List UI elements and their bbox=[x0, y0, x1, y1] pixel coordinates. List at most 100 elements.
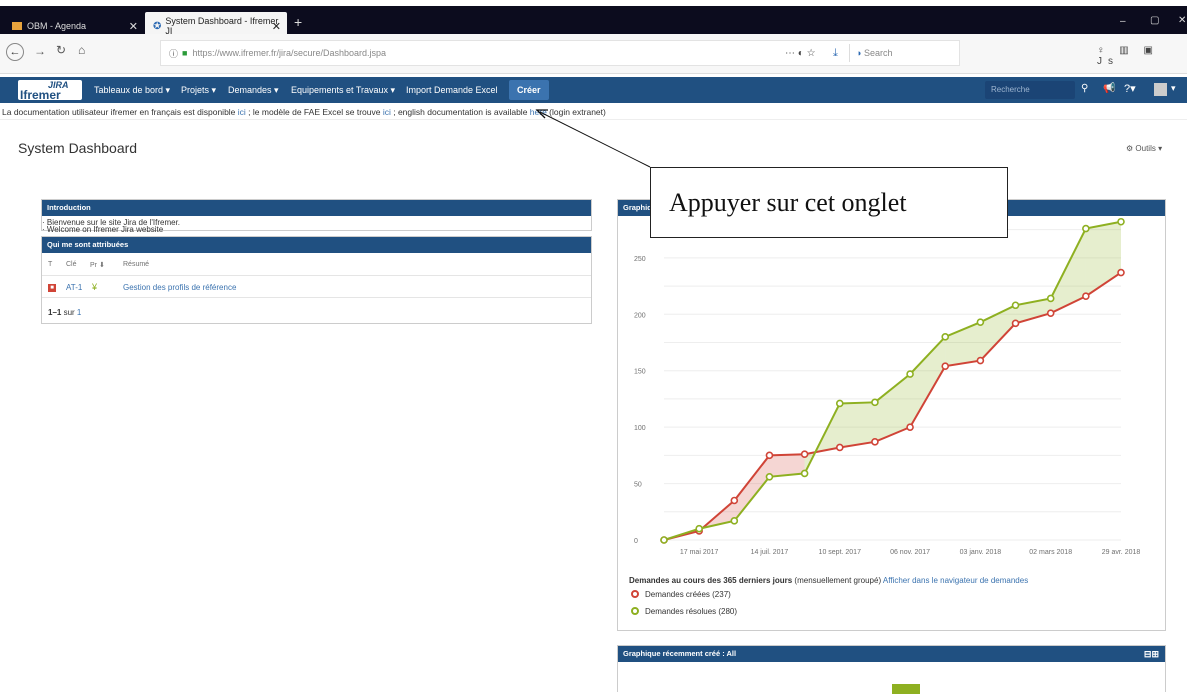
x-tick-label: 06 nov. 2017 bbox=[890, 549, 930, 556]
data-point bbox=[906, 370, 914, 378]
issue-summary-link[interactable]: Gestion des profils de référence bbox=[123, 283, 236, 292]
chart-bar bbox=[892, 684, 920, 694]
pagination: 1–1 sur 1 bbox=[48, 308, 81, 317]
x-tick-label: 03 janv. 2018 bbox=[960, 549, 1002, 556]
data-point bbox=[1011, 319, 1020, 328]
data-point bbox=[730, 517, 739, 525]
doc-en-link[interactable]: here bbox=[530, 107, 547, 117]
area-segment bbox=[734, 455, 770, 521]
reload-button[interactable]: ↻ bbox=[56, 43, 66, 57]
new-tab-button[interactable]: + bbox=[294, 14, 302, 30]
menu-demandes[interactable]: Demandes ▾ bbox=[228, 77, 279, 103]
menu-import-demande-excel[interactable]: Import Demande Excel bbox=[406, 77, 498, 103]
data-point bbox=[906, 423, 914, 431]
jira-header: JIRA Ifremer Tableaux de bord ▾ Projets … bbox=[0, 77, 1187, 103]
data-point bbox=[765, 472, 774, 481]
avatar[interactable] bbox=[1154, 83, 1167, 96]
download-icon[interactable]: ⤓ bbox=[833, 47, 838, 60]
close-window-button[interactable]: ✕ bbox=[1178, 15, 1186, 26]
back-button[interactable]: ← bbox=[6, 43, 24, 61]
jira-logo[interactable]: JIRA Ifremer bbox=[18, 80, 82, 100]
y-tick-label: 250 bbox=[634, 256, 646, 263]
legend-label: Demandes créées (237) bbox=[645, 590, 731, 599]
x-tick-label: 14 juil. 2017 bbox=[751, 549, 789, 556]
close-icon[interactable]: ✕ bbox=[272, 20, 281, 33]
fae-excel-link[interactable]: ici bbox=[383, 107, 391, 117]
priority-label: Pr bbox=[90, 262, 97, 269]
forward-button[interactable]: → bbox=[34, 44, 46, 58]
help-icon[interactable]: ?▾ bbox=[1124, 82, 1136, 95]
browser-search[interactable]: ◑ Search bbox=[849, 44, 959, 62]
tools-label: Outils ▾ bbox=[1135, 144, 1163, 153]
introduction-gadget: Introduction · Bienvenue sur le site Jir… bbox=[41, 199, 592, 234]
data-point bbox=[976, 356, 985, 365]
intro-line: · Welcome on Ifremer Jira website bbox=[42, 225, 164, 234]
tools-menu[interactable]: ⚙ Outils ▾ bbox=[1126, 144, 1162, 153]
gadget-controls-icon[interactable]: ⊟⊞ bbox=[1144, 646, 1159, 662]
data-point bbox=[941, 362, 950, 370]
banner-text: (login extranet) bbox=[546, 107, 606, 117]
data-point bbox=[695, 524, 703, 533]
tab-label: System Dashboard - Ifremer JI bbox=[165, 16, 279, 36]
data-point bbox=[1011, 301, 1020, 310]
toolbar-icons[interactable]: ♀ ▥ ▣ Js bbox=[1097, 45, 1187, 67]
menu-equipements-et-travaux[interactable]: Equipements et Travaux ▾ bbox=[291, 77, 395, 103]
divider bbox=[42, 275, 591, 276]
gear-icon: ⚙ bbox=[1126, 144, 1136, 153]
gadget-title-text: Graphique récemment créé : All bbox=[623, 649, 737, 658]
banner-text: ; english documentation is available bbox=[390, 107, 530, 117]
data-point bbox=[835, 443, 844, 452]
priority-lowest-icon: ¥ bbox=[92, 282, 98, 292]
jira-search-input[interactable]: Recherche bbox=[985, 81, 1075, 99]
column-header-type[interactable]: T bbox=[48, 261, 52, 268]
data-point bbox=[800, 450, 809, 459]
minimize-button[interactable]: – bbox=[1120, 16, 1126, 27]
y-tick-label: 200 bbox=[634, 312, 646, 319]
arrow-line bbox=[539, 111, 651, 168]
gadget-title: Qui me sont attribuées bbox=[42, 237, 591, 253]
legend-label: Demandes résolues (280) bbox=[645, 607, 738, 616]
issue-navigator-link[interactable]: Afficher dans le navigateur de demandes bbox=[883, 576, 1028, 585]
divider bbox=[42, 297, 591, 298]
close-icon[interactable]: ✕ bbox=[129, 20, 138, 33]
column-header-priority[interactable]: Pr ⬇ bbox=[90, 261, 105, 269]
y-tick-label: 50 bbox=[634, 482, 642, 489]
jira-icon: ✪ bbox=[153, 20, 162, 32]
bug-icon: ■ bbox=[48, 284, 56, 292]
x-tick-label: 29 avr. 2018 bbox=[1102, 549, 1141, 556]
data-point bbox=[941, 333, 950, 341]
create-button[interactable]: Créer bbox=[509, 80, 549, 100]
documentation-banner: La documentation utilisateur ifremer en … bbox=[0, 104, 1187, 120]
chevron-down-icon[interactable]: ▾ bbox=[1171, 83, 1176, 94]
gadget-title: Graphique récemment créé : All ⊟⊞ bbox=[618, 646, 1165, 662]
pagination-total-link[interactable]: 1 bbox=[77, 308, 81, 317]
data-point bbox=[765, 451, 774, 460]
y-tick-label: 150 bbox=[634, 369, 646, 376]
gadget-title: Introduction bbox=[42, 200, 591, 216]
data-point bbox=[1082, 292, 1090, 301]
created-vs-resolved-chart: 0 50 100 150 200 250 17 mai 2017 14 juil. 2017 1… bbox=[634, 217, 1141, 556]
column-header-summary[interactable]: Résumé bbox=[123, 261, 149, 268]
tab-label: OBM - Agenda bbox=[27, 21, 87, 31]
data-point bbox=[1082, 224, 1090, 233]
doc-fr-link[interactable]: ici bbox=[238, 107, 246, 117]
menu-tableaux-de-bord[interactable]: Tableaux de bord ▾ bbox=[94, 77, 170, 103]
data-point bbox=[1046, 294, 1055, 303]
search-icon[interactable]: ⚲ bbox=[1081, 83, 1088, 94]
area-segment bbox=[839, 402, 875, 448]
data-point bbox=[1117, 217, 1125, 226]
y-tick-label: 100 bbox=[634, 425, 646, 432]
chart-caption: Demandes au cours des 365 derniers jours… bbox=[629, 576, 1028, 585]
legend-item-created: Demandes créées (237) bbox=[631, 590, 731, 599]
home-icon[interactable]: ⌂ bbox=[78, 43, 85, 57]
area-segment bbox=[874, 374, 911, 442]
pagination-sep: sur bbox=[61, 308, 77, 317]
menu-projets[interactable]: Projets ▾ bbox=[181, 77, 216, 103]
feedback-icon[interactable]: 📢 bbox=[1103, 83, 1115, 94]
banner-text: La documentation utilisateur ifremer en … bbox=[2, 107, 238, 117]
page-actions-icon[interactable]: ⋯ ◐ ☆ bbox=[785, 48, 816, 59]
issue-key-link[interactable]: AT-1 bbox=[66, 283, 82, 292]
url-bar[interactable]: ⓘ ■ https://www.ifremer.fr/jira/secure/D… bbox=[160, 40, 960, 66]
column-header-key[interactable]: Clé bbox=[66, 261, 77, 268]
maximize-button[interactable]: ▢ bbox=[1150, 15, 1159, 26]
